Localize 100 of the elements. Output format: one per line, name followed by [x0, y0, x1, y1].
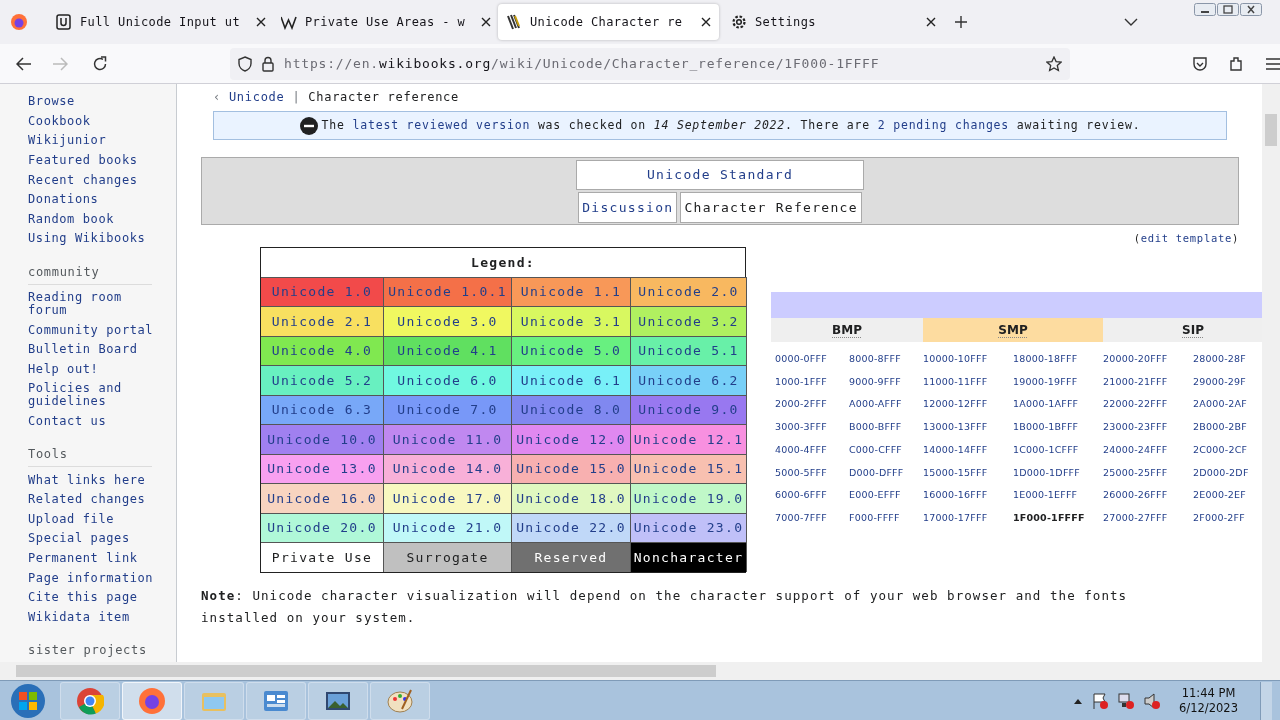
block-range-link[interactable]: 3000-3FFF — [775, 421, 827, 433]
sidebar-link[interactable]: Donations — [28, 189, 168, 210]
notice-link[interactable]: 2 pending changes — [877, 117, 1010, 132]
legend-version-link[interactable]: Unicode 6.1 — [512, 365, 631, 395]
address-bar[interactable]: https://en.wikibooks.org/wiki/Unicode/Character_reference/1F000-1FFFF — [230, 47, 1070, 80]
sidebar-link[interactable]: Browse — [28, 92, 168, 112]
legend-version-link[interactable]: Unicode 19.0 — [631, 483, 747, 513]
sidebar-link[interactable]: Bulletin Board — [28, 339, 168, 360]
block-range-link[interactable]: 19000-19FFF — [1013, 375, 1078, 387]
sidebar-link[interactable]: Permanent link — [28, 548, 168, 569]
legend-version-link[interactable]: Unicode 3.0 — [384, 306, 512, 336]
legend-version-link[interactable]: Unicode 20.0 — [261, 512, 384, 543]
legend-version-link[interactable]: Unicode 6.2 — [631, 365, 747, 395]
close-icon[interactable] — [481, 17, 492, 27]
legend-version-link[interactable]: Unicode 7.0 — [384, 394, 512, 425]
star-icon[interactable] — [1046, 55, 1062, 72]
taskbar-button[interactable] — [308, 681, 368, 720]
block-range-link[interactable]: 20000-20FFF — [1103, 353, 1168, 365]
plane-abbreviation[interactable]: SIP — [1182, 320, 1204, 339]
legend-version-link[interactable]: Unicode 13.0 — [261, 453, 384, 484]
block-range-link[interactable]: 14000-14FFF — [923, 443, 988, 455]
block-range-link[interactable]: 1A000-1AFFF — [1013, 398, 1079, 410]
browser-tab[interactable]: Unicode Character re — [498, 4, 719, 40]
close-icon[interactable] — [926, 17, 936, 27]
block-range-link[interactable]: C000-CFFF — [849, 443, 903, 455]
nav-link[interactable]: Character Reference — [680, 192, 862, 223]
block-range-link[interactable]: 4000-4FFF — [775, 443, 827, 455]
pocket-icon[interactable] — [1192, 55, 1208, 72]
notice-link[interactable]: latest reviewed version — [352, 117, 531, 132]
sidebar-link[interactable]: What links here — [28, 470, 168, 490]
browser-tab[interactable]: Full Unicode Input ut — [48, 4, 269, 40]
sidebar-link[interactable]: Reading room forum — [28, 287, 168, 321]
legend-version-link[interactable]: Unicode 5.1 — [631, 335, 747, 366]
sidebar-link[interactable]: Policies and guidelines — [28, 379, 168, 412]
sidebar-link[interactable]: Contact us — [28, 411, 168, 432]
sidebar-link[interactable]: Special pages — [28, 529, 168, 549]
block-range-link[interactable]: 1000-1FFF — [775, 375, 827, 387]
sidebar-link[interactable]: Recent changes — [28, 170, 168, 190]
sidebar-link[interactable]: Upload file — [28, 509, 168, 530]
block-range-link[interactable]: 0000-0FFF — [775, 353, 827, 365]
block-range-link[interactable]: 8000-8FFF — [849, 353, 901, 365]
taskbar-button[interactable] — [122, 681, 182, 720]
speaker-icon[interactable] — [1143, 691, 1162, 710]
sidebar-link[interactable]: Community portal — [28, 320, 168, 340]
block-range-link[interactable]: 2F000-2FF — [1193, 511, 1245, 523]
nav-link[interactable]: Discussion — [578, 192, 678, 223]
taskbar-button[interactable] — [60, 681, 120, 720]
legend-version-link[interactable]: Unicode 12.0 — [512, 424, 631, 454]
block-range-link[interactable]: 2B000-2BF — [1193, 421, 1247, 433]
legend-version-link[interactable]: Unicode 2.1 — [261, 306, 384, 336]
close-icon[interactable] — [256, 17, 267, 27]
block-range-link[interactable]: 1F000-1FFFF — [1013, 511, 1085, 523]
breadcrumb-link[interactable]: Unicode — [228, 88, 285, 106]
legend-version-link[interactable]: Unicode 17.0 — [384, 483, 512, 513]
block-range-link[interactable]: 18000-18FFF — [1013, 353, 1078, 365]
block-range-link[interactable]: 1E000-1EFFF — [1013, 489, 1078, 501]
legend-version-link[interactable]: Unicode 12.1 — [631, 424, 747, 454]
block-range-link[interactable]: 12000-12FFF — [923, 398, 988, 410]
legend-version-link[interactable]: Unicode 1.1 — [512, 276, 631, 307]
browser-tab[interactable]: Private Use Areas - w — [273, 4, 494, 40]
horizontal-scrollbar[interactable] — [0, 662, 1280, 680]
legend-version-link[interactable]: Unicode 21.0 — [384, 512, 512, 543]
block-range-link[interactable]: 27000-27FFF — [1103, 511, 1168, 523]
close-icon[interactable] — [701, 17, 711, 27]
sidebar-link[interactable]: Cookbook — [28, 111, 168, 132]
block-range-link[interactable]: 1C000-1CFFF — [1013, 443, 1079, 455]
flag-icon[interactable] — [1091, 691, 1110, 710]
block-range-link[interactable]: 16000-16FFF — [923, 489, 988, 501]
tab-list-icon[interactable] — [1124, 17, 1138, 27]
block-range-link[interactable]: 1D000-1DFFF — [1013, 466, 1080, 478]
new-tab-icon[interactable] — [954, 15, 968, 29]
legend-version-link[interactable]: Unicode 18.0 — [512, 483, 631, 513]
sidebar-link[interactable]: Featured books — [28, 150, 168, 171]
block-range-link[interactable]: 6000-6FFF — [775, 489, 827, 501]
minimize-icon[interactable] — [1194, 3, 1216, 16]
block-range-link[interactable]: 23000-23FFF — [1103, 421, 1168, 433]
sidebar-link[interactable]: Wikidata item — [28, 607, 168, 628]
legend-version-link[interactable]: Unicode 6.0 — [384, 365, 512, 395]
menu-icon[interactable] — [1266, 57, 1280, 70]
edit-template-link[interactable]: edit template — [1140, 231, 1232, 247]
sidebar-link[interactable]: Random book — [28, 209, 168, 230]
nav-title-link[interactable]: Unicode Standard — [576, 160, 864, 190]
block-range-link[interactable]: 1B000-1BFFF — [1013, 421, 1079, 433]
block-range-link[interactable]: 28000-28F — [1193, 353, 1246, 365]
block-range-link[interactable]: 2E000-2EF — [1193, 489, 1246, 501]
legend-version-link[interactable]: Unicode 15.1 — [631, 453, 747, 484]
block-range-link[interactable]: 2C000-2CF — [1193, 443, 1248, 455]
legend-version-link[interactable]: Unicode 23.0 — [631, 512, 747, 543]
block-range-link[interactable]: 2A000-2AF — [1193, 398, 1247, 410]
block-range-link[interactable]: 26000-26FFF — [1103, 489, 1168, 501]
sidebar-link[interactable]: Cite this page — [28, 587, 168, 608]
close-icon[interactable] — [1240, 3, 1262, 16]
maximize-icon[interactable] — [1217, 3, 1239, 16]
legend-version-link[interactable]: Unicode 6.3 — [261, 394, 384, 425]
block-range-link[interactable]: 13000-13FFF — [923, 421, 988, 433]
plane-abbreviation[interactable]: SMP — [998, 320, 1028, 339]
back-icon[interactable] — [16, 56, 32, 71]
legend-version-link[interactable]: Unicode 3.2 — [631, 306, 747, 336]
taskbar-button[interactable] — [370, 681, 430, 720]
vertical-scrollbar[interactable] — [1262, 84, 1280, 662]
